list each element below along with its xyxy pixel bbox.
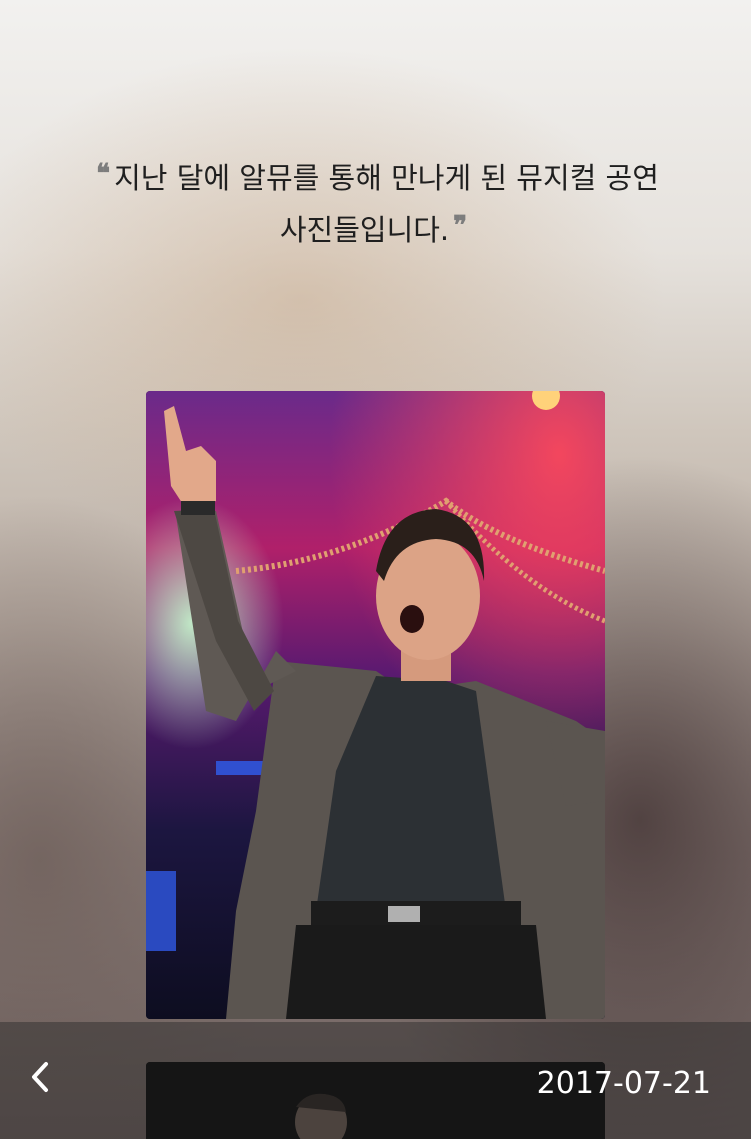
open-quote-icon: ❝ [96, 159, 111, 189]
performance-photo[interactable] [146, 391, 605, 1019]
post-quote: ❝ 지난 달에 알뮤를 통해 만나게 된 뮤지컬 공연 사진들입니다. ❞ [60, 150, 691, 254]
performer-image-icon [146, 391, 605, 1019]
close-quote-icon: ❞ [453, 211, 468, 241]
quote-line-2: 사진들입니다. [279, 213, 450, 247]
back-button[interactable] [18, 1052, 66, 1104]
quote-line-1: 지난 달에 알뮤를 통해 만나게 된 뮤지컬 공연 [114, 161, 659, 195]
chevron-left-icon [32, 1062, 48, 1092]
post-date: 2017-07-21 [536, 1066, 711, 1101]
